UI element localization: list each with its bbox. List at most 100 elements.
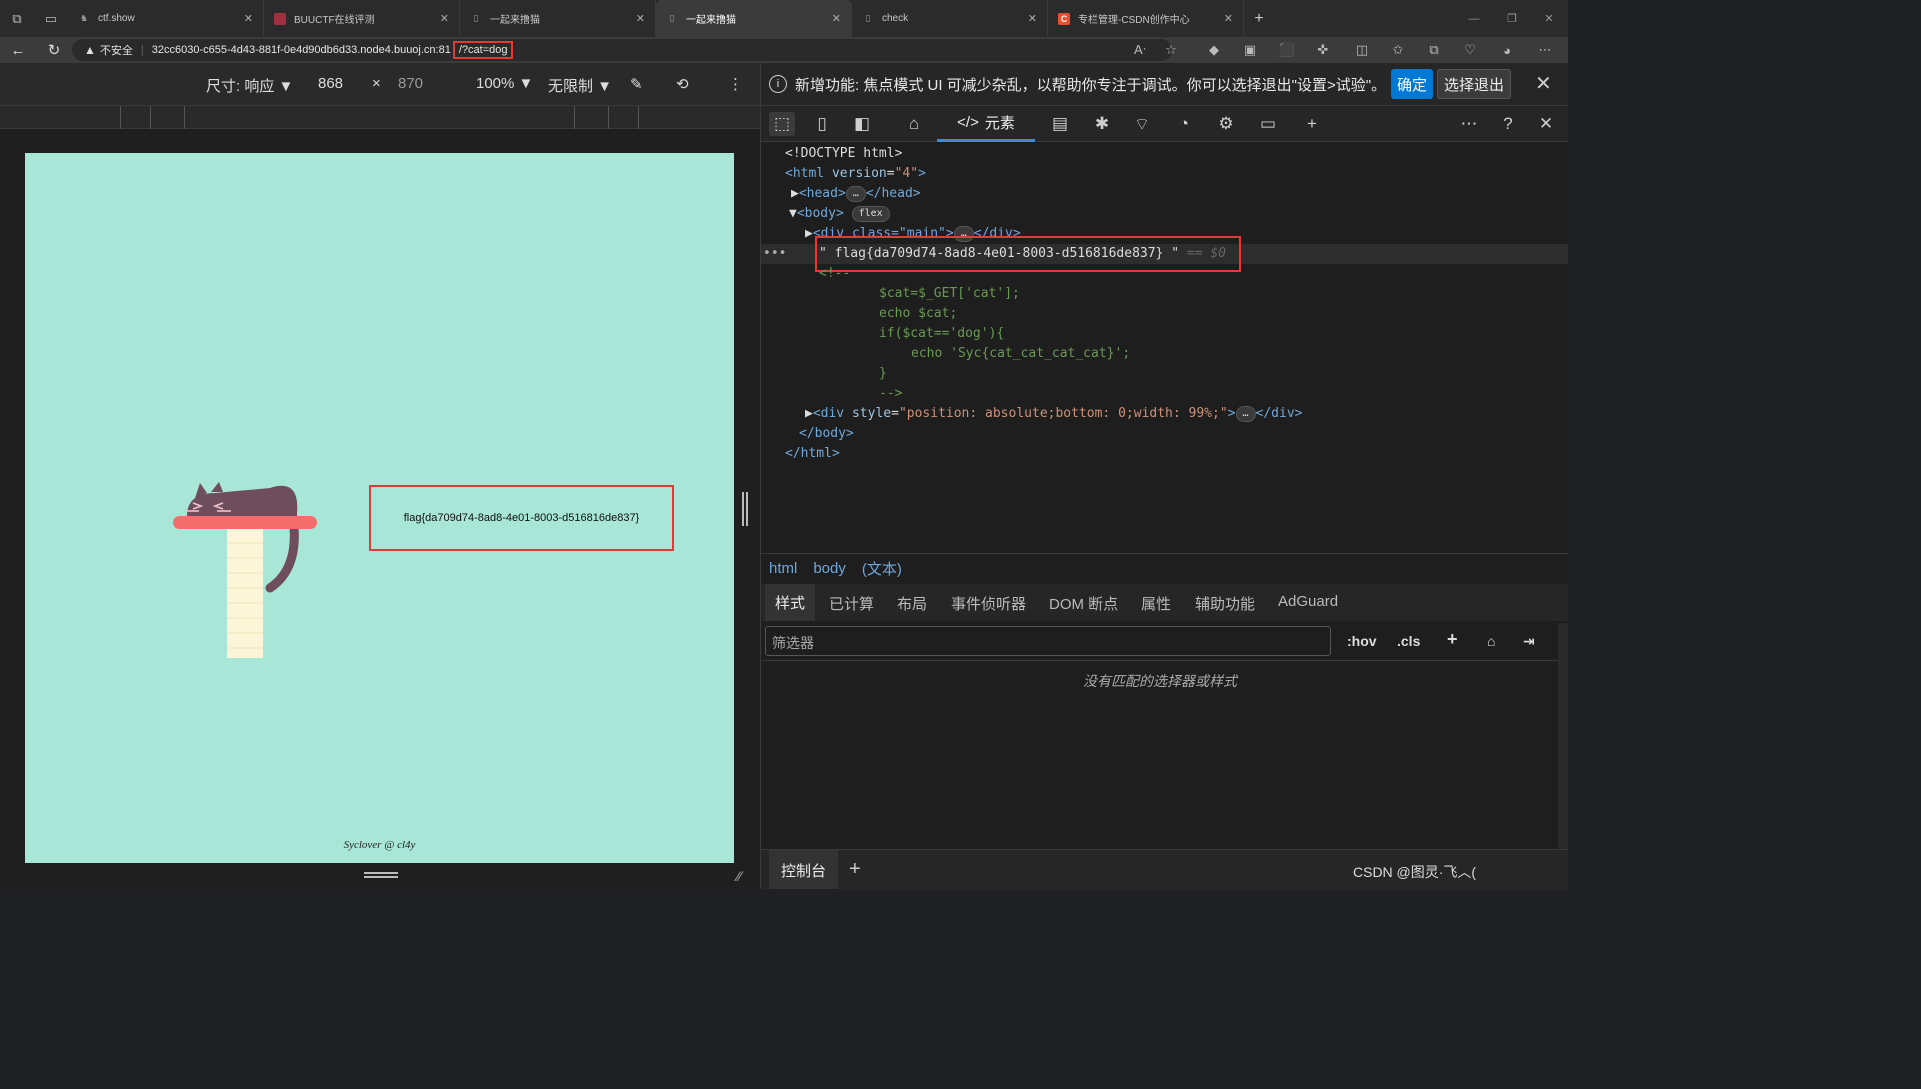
more-tools-plus-icon[interactable]: + xyxy=(1299,112,1325,136)
tab-computed[interactable]: 已计算 xyxy=(829,593,874,614)
tab-layout[interactable]: 布局 xyxy=(897,593,927,614)
drawer-add-icon[interactable]: + xyxy=(849,858,861,881)
height-input[interactable]: 870 xyxy=(398,75,423,92)
device-more-icon[interactable]: ⋮ xyxy=(728,75,743,93)
browser-tab[interactable]: ▯ check ✕ xyxy=(852,0,1048,37)
more-menu-icon[interactable]: ⋯ xyxy=(1527,37,1563,63)
dom-line-body-close[interactable]: </body> xyxy=(799,424,854,444)
tab-elements[interactable]: </> 元素 xyxy=(937,106,1035,142)
tab-close-icon[interactable]: ✕ xyxy=(244,12,253,25)
performance-gauge-icon[interactable]: ◔ xyxy=(1171,112,1197,136)
address-bar[interactable]: ▲ 不安全 | 32cc6030-c655-4d43-881f-0e4d90db… xyxy=(72,39,1172,61)
tab-accessibility[interactable]: 辅助功能 xyxy=(1195,593,1255,614)
dom-line-doctype[interactable]: <!DOCTYPE html> xyxy=(785,144,902,164)
tab-adguard[interactable]: AdGuard xyxy=(1278,593,1338,610)
eyedropper-icon[interactable]: ✎ xyxy=(630,75,643,93)
collapse-arrow-icon[interactable]: ▼ xyxy=(789,206,797,221)
url-query-highlight[interactable]: /?cat=dog xyxy=(452,41,514,59)
extension-icon[interactable]: ⬛ xyxy=(1269,37,1305,63)
node-actions-icon[interactable]: ••• xyxy=(763,244,786,264)
tab-close-icon[interactable]: ✕ xyxy=(636,12,645,25)
workspaces-icon[interactable]: ⧉ xyxy=(0,0,34,37)
dom-line-php[interactable]: $cat=$_GET['cat']; xyxy=(879,284,1020,304)
url-host[interactable]: 32cc6030-c655-4d43-881f-0e4d90db6d33.nod… xyxy=(152,44,451,56)
split-screen-icon[interactable]: ◫ xyxy=(1344,37,1380,63)
viewport-resize-handle-bottom[interactable] xyxy=(364,872,398,878)
browser-tab[interactable]: ♞ ctf.show ✕ xyxy=(68,0,264,37)
browser-tab[interactable]: BUUCTF在线评测 ✕ xyxy=(264,0,460,37)
extensions-puzzle-icon[interactable]: ✜ xyxy=(1305,37,1341,63)
browser-tab-active[interactable]: ▯ 一起来撸猫 ✕ xyxy=(656,0,852,37)
favorite-star-icon[interactable]: ☆ xyxy=(1153,37,1189,63)
dom-line-div-style[interactable]: ▶<div style="position: absolute;bottom: … xyxy=(805,404,1303,424)
filter-input[interactable]: 筛选器 xyxy=(765,626,1331,656)
new-rule-plus-icon[interactable]: + xyxy=(1447,629,1458,650)
breadcrumb-item[interactable]: body xyxy=(813,560,846,577)
close-window-icon[interactable]: ✕ xyxy=(1530,0,1568,37)
extension-icon[interactable]: ▣ xyxy=(1232,37,1268,63)
tab-close-icon[interactable]: ✕ xyxy=(832,12,841,25)
tab-close-icon[interactable]: ✕ xyxy=(440,12,449,25)
settings-gear-icon[interactable]: ⚙ xyxy=(1213,112,1239,136)
dom-line-php[interactable]: } xyxy=(879,364,887,384)
rotate-icon[interactable]: ⟲ xyxy=(676,75,689,93)
restore-icon[interactable]: ❐ xyxy=(1493,0,1531,37)
hov-toggle[interactable]: :hov xyxy=(1347,633,1377,649)
dom-line-php[interactable]: echo $cat; xyxy=(879,304,957,324)
dom-line-php[interactable]: echo 'Syc{cat_cat_cat_cat}'; xyxy=(911,344,1130,364)
tab-properties[interactable]: 属性 xyxy=(1141,593,1171,614)
dock-side-icon[interactable]: ◧ xyxy=(849,112,875,136)
favorites-icon[interactable]: ✩ xyxy=(1380,37,1416,63)
expand-arrow-icon[interactable]: ▶ xyxy=(805,406,813,421)
banner-optout-button[interactable]: 选择退出 xyxy=(1437,69,1512,99)
flex-badge[interactable]: flex xyxy=(851,205,890,222)
browser-tab[interactable]: C 专栏管理-CSDN创作中心 ✕ xyxy=(1048,0,1244,37)
inspect-element-icon[interactable]: ⬚ xyxy=(769,112,795,136)
viewport-resize-corner-icon[interactable]: ⁄⁄ xyxy=(737,868,742,884)
extension-icon[interactable]: ◆ xyxy=(1196,37,1232,63)
ellipsis-badge[interactable]: … xyxy=(845,185,866,202)
expand-arrow-icon[interactable]: ▶ xyxy=(791,186,799,201)
network-wifi-icon[interactable]: ⌔ xyxy=(1129,112,1155,136)
customize-more-icon[interactable]: ⋯ xyxy=(1456,112,1482,136)
vertical-tabs-icon[interactable]: ▭ xyxy=(34,0,68,37)
browser-tab[interactable]: ▯ 一起来撸猫 ✕ xyxy=(460,0,656,37)
zoom-dropdown[interactable]: 100% ▼ xyxy=(476,75,533,92)
dom-line-body[interactable]: ▼<body> flex xyxy=(789,204,890,224)
dimensions-dropdown[interactable]: 尺寸: 响应 ▼ xyxy=(206,75,293,96)
breadcrumb-item[interactable]: html xyxy=(769,560,797,577)
device-emulation-icon[interactable]: ▯ xyxy=(809,112,835,136)
welcome-home-icon[interactable]: ⌂ xyxy=(901,112,927,136)
reload-button[interactable]: ↻ xyxy=(36,37,72,63)
banner-close-icon[interactable]: ✕ xyxy=(1535,71,1552,96)
ellipsis-badge[interactable]: … xyxy=(1235,405,1256,422)
minimize-icon[interactable]: — xyxy=(1455,0,1493,37)
dom-line-html[interactable]: <html version="4"> xyxy=(785,164,926,184)
dom-line-html-close[interactable]: </html> xyxy=(785,444,840,464)
paint-brush-icon[interactable]: ⌂ xyxy=(1487,633,1495,649)
throttle-dropdown[interactable]: 无限制 ▼ xyxy=(548,75,612,96)
viewport-resize-handle-right[interactable] xyxy=(742,492,748,526)
performance-icon[interactable]: ♡ xyxy=(1452,37,1488,63)
new-tab-button[interactable]: + xyxy=(1244,0,1274,37)
sources-bug-icon[interactable]: ✱ xyxy=(1089,112,1115,136)
help-icon[interactable]: ? xyxy=(1495,112,1521,136)
dom-line-comment-close[interactable]: --> xyxy=(879,384,902,404)
banner-ok-button[interactable]: 确定 xyxy=(1391,69,1434,99)
expand-arrow-icon[interactable]: ▶ xyxy=(805,226,813,241)
dom-line-comment-open[interactable]: <!-- xyxy=(819,264,850,284)
dom-line-php[interactable]: if($cat=='dog'){ xyxy=(879,324,1004,344)
cls-toggle[interactable]: .cls xyxy=(1397,633,1420,649)
tab-event-listeners[interactable]: 事件侦听器 xyxy=(951,593,1026,614)
breadcrumb-item[interactable]: (文本) xyxy=(862,558,902,579)
security-label[interactable]: 不安全 xyxy=(100,42,133,58)
close-devtools-icon[interactable]: ✕ xyxy=(1533,112,1559,136)
tab-close-icon[interactable]: ✕ xyxy=(1224,12,1233,25)
profile-avatar[interactable]: ◕ xyxy=(1489,37,1525,63)
tab-styles[interactable]: 样式 xyxy=(765,584,816,621)
collections-icon[interactable]: ⧉ xyxy=(1416,37,1452,63)
tab-console[interactable]: 控制台 xyxy=(769,850,839,889)
tab-dom-breakpoints[interactable]: DOM 断点 xyxy=(1049,593,1118,614)
application-icon[interactable]: ▭ xyxy=(1255,112,1281,136)
dom-line-head[interactable]: ▶<head>… </head> xyxy=(791,184,921,204)
